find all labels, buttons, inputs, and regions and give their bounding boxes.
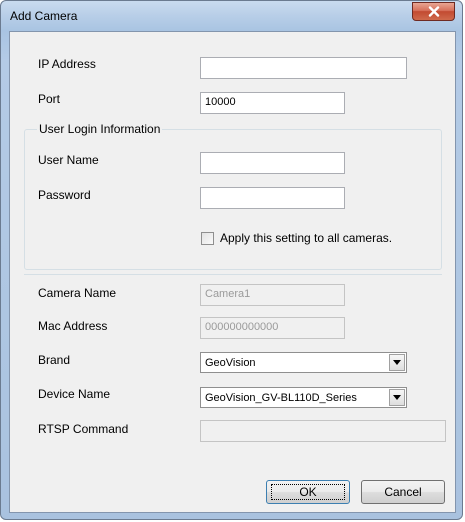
mac-address-label: Mac Address xyxy=(38,319,108,333)
device-name-label: Device Name xyxy=(38,387,111,401)
apply-all-label[interactable]: Apply this setting to all cameras. xyxy=(220,231,392,245)
camera-name-input[interactable]: Camera1 xyxy=(200,284,345,306)
rtsp-command-label: RTSP Command xyxy=(38,422,129,436)
user-login-group-title: User Login Information xyxy=(37,122,163,136)
separator xyxy=(24,274,442,275)
cancel-button[interactable]: Cancel xyxy=(361,480,445,504)
cancel-button-label: Cancel xyxy=(384,485,422,499)
device-name-select[interactable]: GeoVision_GV-BL110D_Series xyxy=(200,387,407,408)
chevron-down-icon[interactable] xyxy=(389,354,405,371)
close-button[interactable] xyxy=(412,2,455,21)
add-camera-window: Add Camera IP Address Port 10000 User Lo… xyxy=(0,0,463,520)
ip-address-label: IP Address xyxy=(38,57,96,71)
password-input[interactable] xyxy=(200,187,345,209)
rtsp-command-input[interactable] xyxy=(200,420,446,442)
ok-button[interactable]: OK xyxy=(266,480,350,504)
port-label: Port xyxy=(38,92,61,106)
title-bar[interactable]: Add Camera xyxy=(1,1,462,31)
dialog-body: IP Address Port 10000 User Login Informa… xyxy=(9,31,456,513)
brand-selected-value: GeoVision xyxy=(205,357,256,369)
user-name-label: User Name xyxy=(38,153,99,167)
ok-button-label: OK xyxy=(299,485,317,499)
mac-address-input[interactable]: 000000000000 xyxy=(200,317,345,339)
user-name-input[interactable] xyxy=(200,152,345,174)
brand-select[interactable]: GeoVision xyxy=(200,352,407,373)
password-label: Password xyxy=(38,188,91,202)
apply-all-checkbox[interactable] xyxy=(201,232,214,245)
camera-name-label: Camera Name xyxy=(38,286,117,300)
port-input[interactable]: 10000 xyxy=(200,92,345,114)
chevron-down-icon[interactable] xyxy=(389,389,405,406)
window-title: Add Camera xyxy=(10,9,78,23)
ip-address-input[interactable] xyxy=(200,57,407,79)
close-icon xyxy=(428,6,440,17)
brand-label: Brand xyxy=(38,353,71,367)
device-name-selected-value: GeoVision_GV-BL110D_Series xyxy=(205,392,357,404)
